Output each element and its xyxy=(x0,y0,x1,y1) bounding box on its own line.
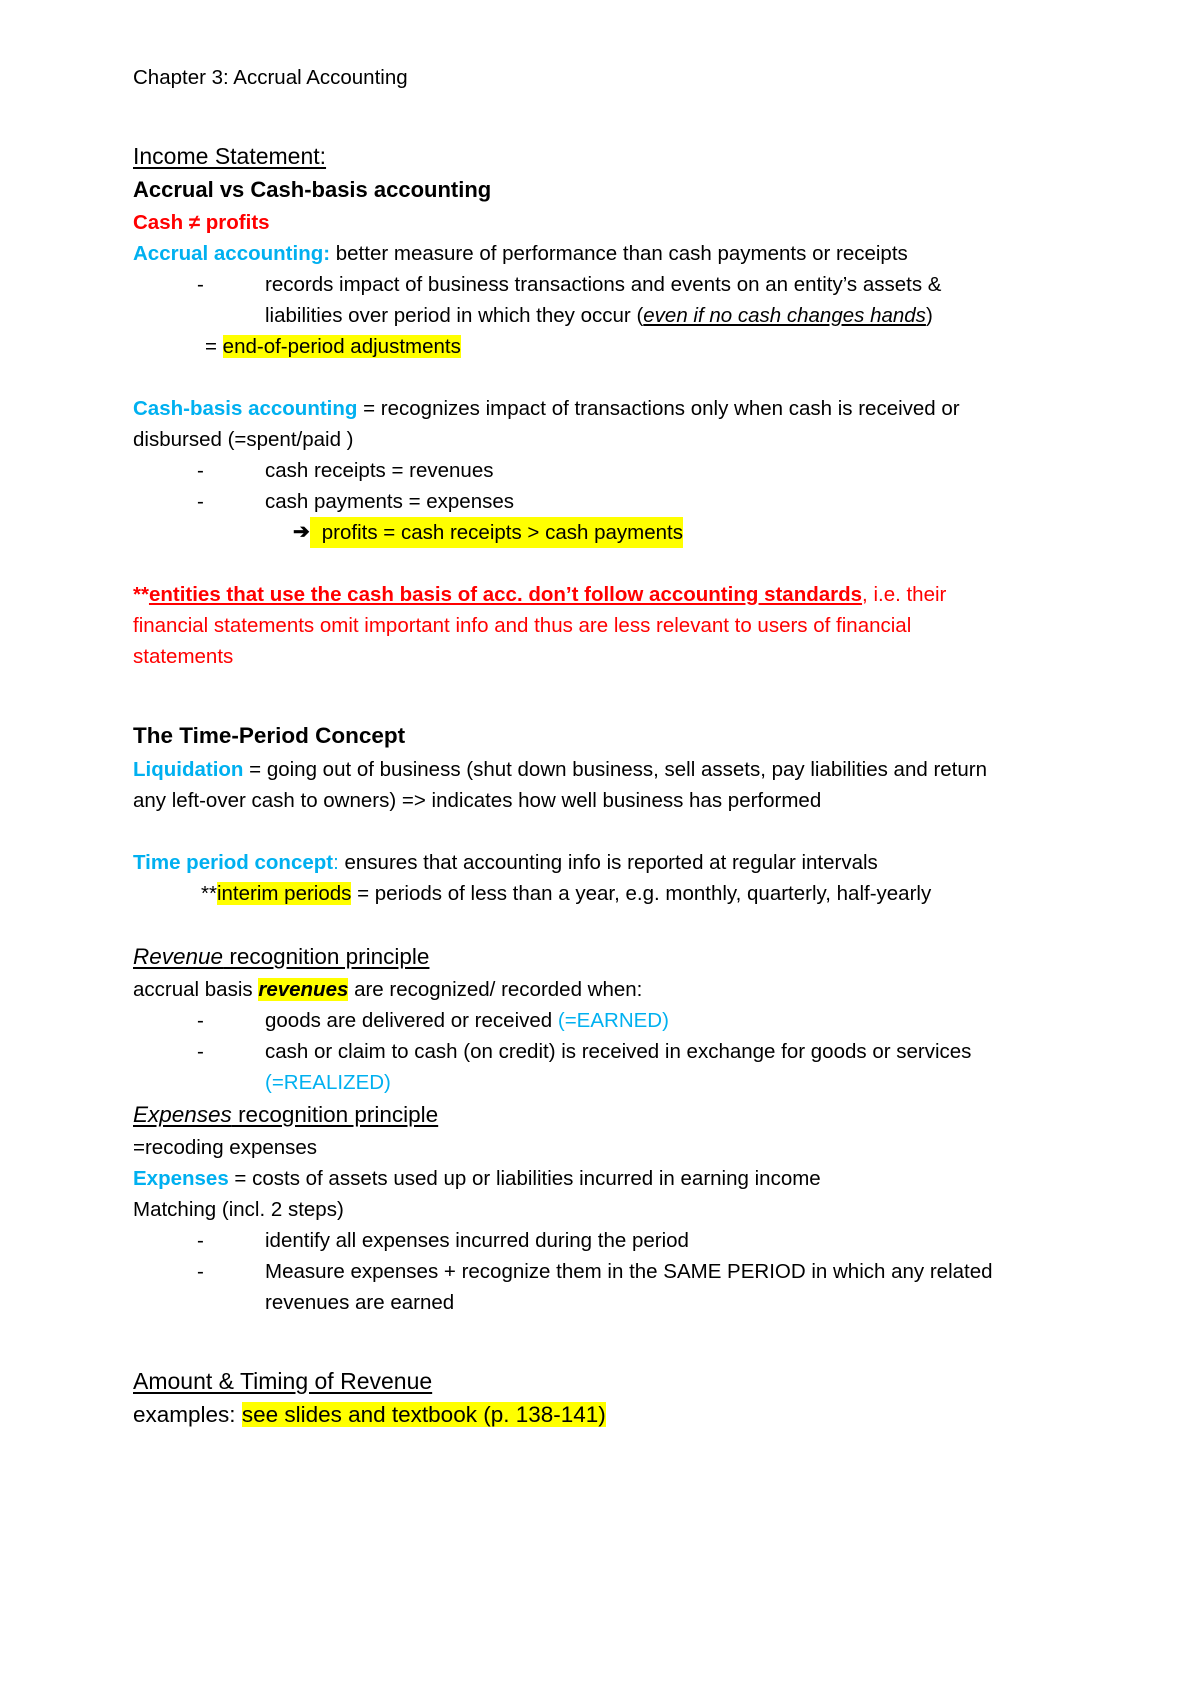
time-period-concept-line: Time period concept: ensures that accoun… xyxy=(133,847,1072,878)
warning-stars: ** xyxy=(133,583,149,606)
list-item: - identify all expenses incurred during … xyxy=(133,1225,1072,1256)
revenues-highlight: revenues xyxy=(258,978,349,1001)
subheading-accrual-vs-cash: Accrual vs Cash-basis accounting xyxy=(133,177,492,202)
chapter-title: Chapter 3: Accrual Accounting xyxy=(133,62,1072,93)
bullet-dash: - xyxy=(197,1040,204,1063)
list-item: - cash receipts = revenues xyxy=(133,455,1072,486)
bullet-dash: - xyxy=(197,1229,204,1252)
warning-line-1: **entities that use the cash basis of ac… xyxy=(133,579,1072,610)
liquidation-line-2: any left-over cash to owners) => indicat… xyxy=(133,789,822,812)
expenses-heading-rest: recognition principle xyxy=(231,1102,439,1127)
bullet-text: identify all expenses incurred during th… xyxy=(265,1229,689,1252)
profits-arrow-row: ➔ profits = cash receipts > cash payment… xyxy=(133,517,1072,548)
bullet-text: cash or claim to cash (on credit) is rec… xyxy=(265,1040,972,1063)
bullet-dash: - xyxy=(197,1260,204,1283)
matching-line: Matching (incl. 2 steps) xyxy=(133,1198,344,1221)
bullet-continuation-italic: even if no cash changes hands xyxy=(643,304,926,327)
bullet-text: Measure expenses + recognize them in the… xyxy=(265,1260,993,1283)
equals-prefix: = xyxy=(205,335,223,358)
expenses-text: = costs of assets used up or liabilities… xyxy=(228,1167,821,1190)
examples-line: examples: see slides and textbook (p. 13… xyxy=(133,1398,1072,1432)
list-item: - records impact of business transaction… xyxy=(133,269,1072,300)
bullet-dash: - xyxy=(197,1009,204,1032)
cash-basis-label: Cash-basis accounting xyxy=(133,397,358,420)
section-heading-income-statement: Income Statement: xyxy=(133,143,327,169)
end-of-period-highlight: end-of-period adjustments xyxy=(222,335,461,358)
bullet-dash: - xyxy=(197,459,204,482)
list-item: - cash or claim to cash (on credit) is r… xyxy=(133,1036,1072,1067)
bullet-dash: - xyxy=(197,490,204,513)
bullet-continuation: liabilities over period in which they oc… xyxy=(133,300,1072,331)
interim-periods-highlight: interim periods xyxy=(216,882,352,905)
section-heading-amount-timing: Amount & Timing of Revenue xyxy=(133,1368,433,1394)
cash-basis-text: = recognizes impact of transactions only… xyxy=(357,397,960,420)
end-of-period-line: = end-of-period adjustments xyxy=(133,331,1072,362)
interim-periods-line: **interim periods = periods of less than… xyxy=(133,878,1072,909)
earned-annotation: (=EARNED) xyxy=(557,1009,669,1032)
warning-line-2: financial statements omit important info… xyxy=(133,614,912,637)
bullet-continuation-post: ) xyxy=(925,304,933,327)
arrow-right-icon: ➔ xyxy=(293,521,310,543)
bullet-continuation-pre: liabilities over period in which they oc… xyxy=(265,304,644,327)
interim-periods-text: = periods of less than a year, e.g. mont… xyxy=(351,882,932,905)
revenue-intro-pre: accrual basis xyxy=(133,978,259,1001)
bullet-continuation: revenues are earned xyxy=(265,1291,455,1314)
liquidation-label: Liquidation xyxy=(133,758,244,781)
section-heading-revenue-recognition: Revenue recognition principle xyxy=(133,940,1072,974)
bullet-dash: - xyxy=(197,273,204,296)
recoding-expenses-line: =recoding expenses xyxy=(133,1136,318,1159)
revenue-heading-rest: recognition principle xyxy=(223,944,430,969)
liquidation-line: Liquidation = going out of business (shu… xyxy=(133,754,1072,785)
warning-rest: , i.e. their xyxy=(862,583,947,606)
cash-not-profits-line: Cash ≠ profits xyxy=(133,207,1072,238)
chapter-title-text: Chapter 3: Accrual Accounting xyxy=(133,66,408,89)
section-heading-expenses-recognition: Expenses recognition principle xyxy=(133,1098,1072,1132)
bullet-text: cash receipts = revenues xyxy=(265,459,494,482)
time-period-concept-text: ensures that accounting info is reported… xyxy=(338,851,878,874)
warning-line-3: statements xyxy=(133,645,234,668)
accrual-accounting-label: Accrual accounting: xyxy=(133,242,331,265)
bullet-text-main: goods are delivered or received xyxy=(265,1009,558,1032)
list-item: - goods are delivered or received (=EARN… xyxy=(133,1005,1072,1036)
cash-basis-line: Cash-basis accounting = recognizes impac… xyxy=(133,393,1072,424)
profits-highlight-text: profits = cash receipts > cash payments xyxy=(309,517,683,548)
realized-annotation: (=REALIZED) xyxy=(265,1071,391,1094)
liquidation-text: = going out of business (shut down busin… xyxy=(243,758,987,781)
cash-basis-line-2: disbursed (=spent/paid ) xyxy=(133,428,354,451)
cash-not-profits-text: Cash ≠ profits xyxy=(133,211,270,234)
revenue-intro-line: accrual basis revenues are recognized/ r… xyxy=(133,974,1072,1005)
revenue-intro-post: are recognized/ recorded when: xyxy=(348,978,643,1001)
revenue-heading-italic: Revenue xyxy=(133,944,224,969)
bullet-text: goods are delivered or received (=EARNED… xyxy=(239,1005,1072,1036)
examples-highlight: see slides and textbook (p. 138-141) xyxy=(241,1402,606,1427)
bullet-text: records impact of business transactions … xyxy=(265,273,942,296)
bullet-text: cash payments = expenses xyxy=(265,490,514,513)
expenses-label: Expenses xyxy=(133,1167,229,1190)
examples-prefix: examples: xyxy=(133,1402,242,1427)
accrual-accounting-line: Accrual accounting: better measure of pe… xyxy=(133,238,1072,269)
expenses-heading-italic: Expenses xyxy=(133,1102,232,1127)
list-item: - cash payments = expenses xyxy=(133,486,1072,517)
interim-stars: ** xyxy=(201,882,217,905)
document-page: Chapter 3: Accrual Accounting Income Sta… xyxy=(0,0,1200,1698)
expenses-definition-line: Expenses = costs of assets used up or li… xyxy=(133,1163,1072,1194)
list-item: - Measure expenses + recognize them in t… xyxy=(133,1256,1072,1287)
warning-bold-underline: entities that use the cash basis of acc.… xyxy=(148,583,863,606)
section-heading-time-period-concept: The Time-Period Concept xyxy=(133,723,406,748)
time-period-concept-label: Time period concept xyxy=(133,851,334,874)
realized-annotation-line: (=REALIZED) xyxy=(133,1067,1072,1098)
accrual-accounting-text: better measure of performance than cash … xyxy=(330,242,908,265)
